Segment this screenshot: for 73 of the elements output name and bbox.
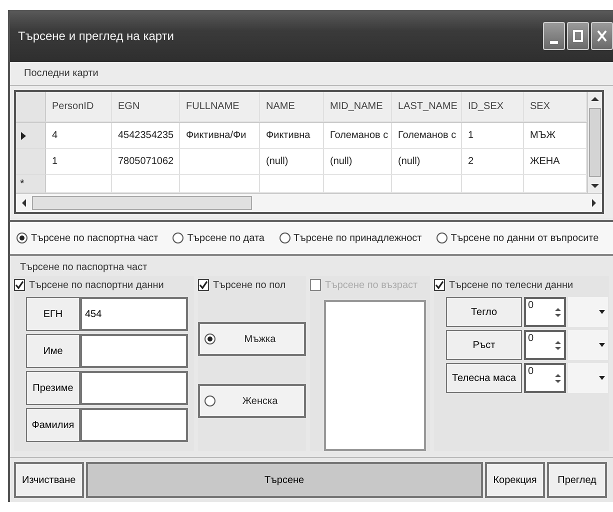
close-icon: [597, 30, 607, 42]
row-header[interactable]: *: [16, 175, 46, 193]
number-spinner[interactable]: 0: [524, 363, 566, 393]
spinner-arrows-icon: [554, 372, 562, 384]
minimize-icon: [550, 40, 558, 44]
column-header[interactable]: EGN: [112, 92, 180, 122]
spinner-value: 0: [528, 300, 534, 313]
number-spinner[interactable]: 0: [524, 330, 566, 360]
scroll-up-icon: [590, 95, 600, 103]
close-button[interactable]: [591, 22, 613, 50]
spinner-arrows-icon: [554, 306, 562, 318]
column-header[interactable]: FULLNAME: [180, 92, 260, 122]
group-title: Търсене по телесни данни: [449, 280, 574, 290]
column-header[interactable]: PersonID: [46, 92, 112, 122]
group-title: Търсене по пол: [213, 280, 286, 290]
group-title: Търсене по паспортна част: [19, 262, 148, 275]
group-title: Търсене по възраст: [325, 280, 418, 290]
table-cell: 1: [462, 123, 524, 149]
table-cell: 4: [46, 123, 112, 149]
table-cell: (null): [392, 149, 462, 175]
search-mode-radio[interactable]: Търсене по паспортна част: [16, 232, 158, 244]
table-cell: 7805071062: [112, 149, 180, 175]
scroll-down-icon: [590, 182, 600, 190]
input-field[interactable]: [80, 371, 188, 405]
new-row-mark: *: [20, 178, 24, 190]
field-label-button[interactable]: Ръст: [446, 330, 522, 360]
field-label-button[interactable]: Презиме: [26, 371, 80, 405]
input-field[interactable]: [80, 334, 188, 368]
table-cell: Фиктивна/Фи: [180, 123, 260, 149]
table-cell: (null): [324, 149, 392, 175]
maximize-button[interactable]: [567, 22, 589, 50]
field-label-button[interactable]: ЕГН: [26, 297, 80, 331]
number-spinner[interactable]: 0: [524, 297, 566, 327]
scroll-left-icon: [20, 198, 28, 208]
field-label-button[interactable]: Тегло: [446, 297, 522, 327]
spinner-value: 0: [528, 333, 534, 346]
window-title: Търсене и преглед на карти: [18, 29, 175, 43]
input-field[interactable]: 454: [80, 297, 188, 331]
caret-icon: [599, 376, 605, 380]
action-button[interactable]: Корекция: [485, 462, 545, 498]
field-label-button[interactable]: Име: [26, 334, 80, 368]
field-label-button[interactable]: Телесна маса: [446, 363, 522, 393]
table-cell: (null): [260, 149, 324, 175]
action-button[interactable]: Търсене: [86, 462, 483, 498]
sex-radio[interactable]: Мъжка: [198, 322, 306, 356]
caret-icon: [599, 343, 605, 347]
maximize-icon: [573, 30, 583, 42]
column-header[interactable]: MID_NAME: [324, 92, 392, 122]
search-mode-radio[interactable]: Търсене по дата: [172, 232, 264, 244]
table-cell: Фиктивна: [260, 123, 324, 149]
table-cell: 2: [462, 149, 524, 175]
caret-icon: [599, 310, 605, 314]
table-cell: Големанов с: [392, 123, 462, 149]
menu-item[interactable]: Последни карти: [20, 68, 102, 79]
spinner-value: 0: [528, 366, 534, 379]
sex-radio[interactable]: Женска: [198, 384, 306, 418]
action-button[interactable]: Преглед: [547, 462, 607, 498]
column-header[interactable]: NAME: [260, 92, 324, 122]
field-label-button[interactable]: Фамилия: [26, 408, 80, 442]
table-cell: Големанов с: [324, 123, 392, 149]
input-field[interactable]: [80, 408, 188, 442]
row-header[interactable]: [16, 123, 46, 149]
column-header[interactable]: ID_SEX: [462, 92, 524, 122]
scroll-right-icon: [590, 198, 598, 208]
column-header[interactable]: LAST_NAME: [392, 92, 462, 122]
search-mode-radio[interactable]: Търсене по данни от въпросите: [436, 232, 599, 244]
group-title: Търсене по паспортни данни: [29, 280, 164, 290]
spinner-arrows-icon: [554, 340, 562, 350]
table-cell: 1: [46, 149, 112, 175]
minimize-button[interactable]: [543, 22, 565, 50]
table-cell: 4542354235: [112, 123, 180, 149]
search-mode-radio[interactable]: Търсене по принадлежност: [278, 232, 422, 244]
action-button[interactable]: Изчистване: [14, 462, 84, 498]
